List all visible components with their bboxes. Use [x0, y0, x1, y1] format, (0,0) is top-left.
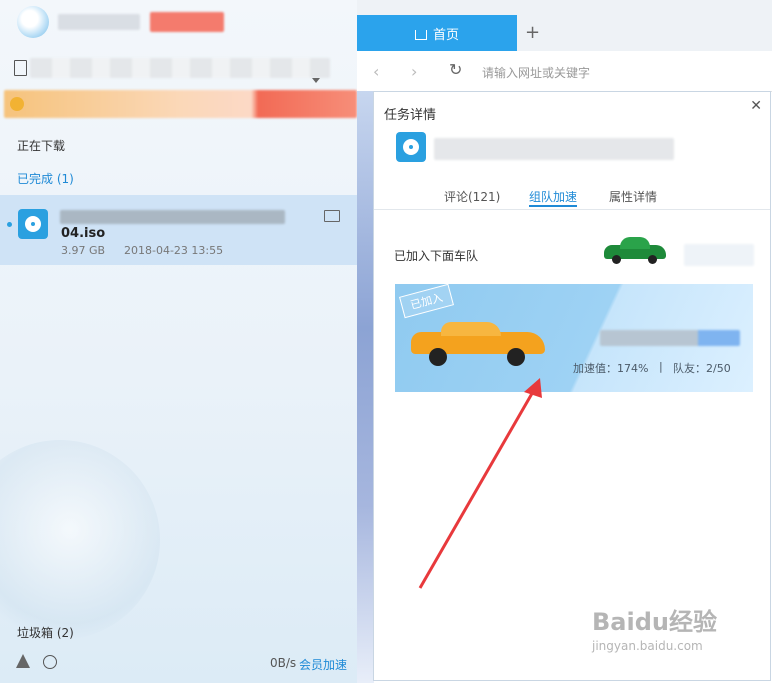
annotation-arrow	[418, 378, 542, 589]
watermark-url: jingyan.baidu.com	[592, 639, 703, 653]
watermark-brand: Baidu经验	[592, 608, 717, 636]
baidu-watermark: Baidu经验 jingyan.baidu.com	[592, 602, 717, 653]
